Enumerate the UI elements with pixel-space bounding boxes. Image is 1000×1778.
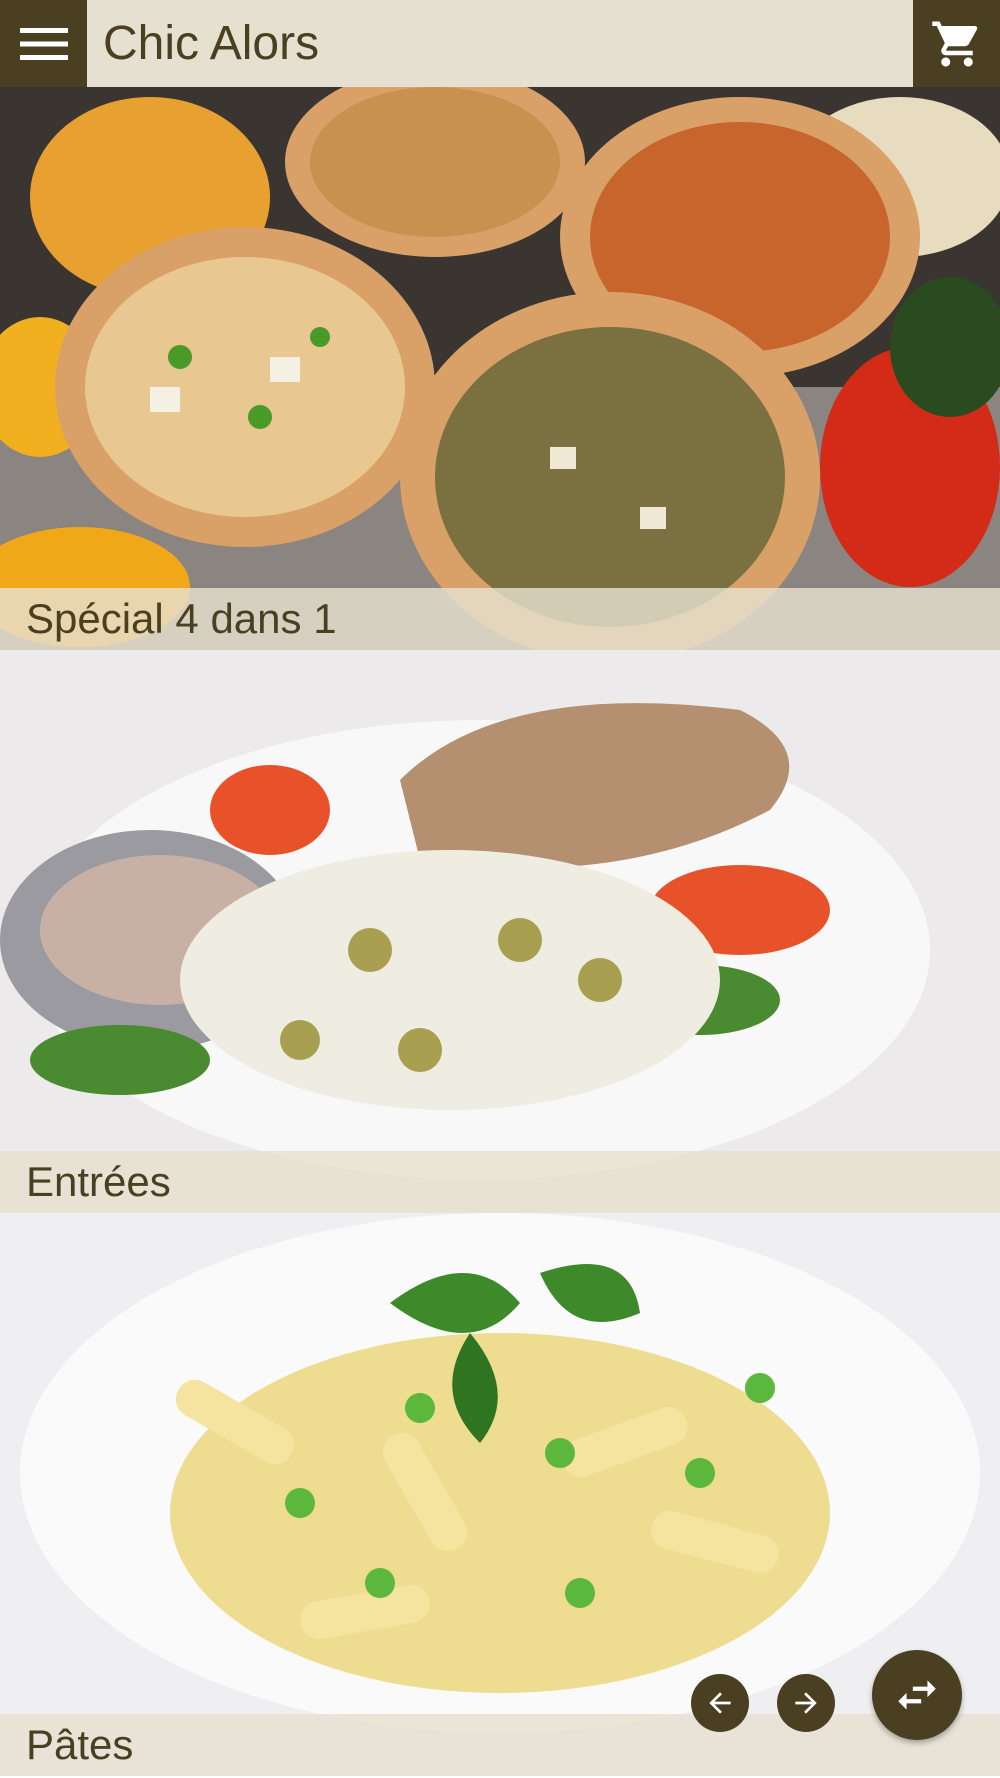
category-card-pates[interactable]: Pâtes [0, 1213, 1000, 1776]
category-label-bar: Entrées [0, 1151, 1000, 1213]
swap-view-button[interactable] [872, 1650, 962, 1740]
next-button[interactable] [777, 1674, 835, 1732]
previous-button[interactable] [691, 1674, 749, 1732]
hamburger-menu-icon [19, 27, 68, 60]
category-label: Pâtes [26, 1721, 134, 1768]
pasta-photo [0, 1213, 1000, 1776]
category-label-bar: Pâtes [0, 1714, 1000, 1776]
app-bar: Chic Alors [0, 0, 1000, 87]
arrow-right-icon [795, 1692, 817, 1714]
category-label: Entrées [26, 1158, 171, 1205]
category-card-special[interactable]: Spécial 4 dans 1 [0, 87, 1000, 650]
category-card-entrees[interactable]: Entrées [0, 650, 1000, 1213]
shopping-cart-icon [931, 21, 977, 66]
category-label-bar: Spécial 4 dans 1 [0, 588, 1000, 650]
salad-photo [0, 650, 1000, 1213]
category-label: Spécial 4 dans 1 [26, 595, 337, 642]
pizzas-photo [0, 87, 1000, 650]
arrow-left-icon [709, 1692, 731, 1714]
menu-button[interactable] [0, 0, 87, 87]
swap-arrows-icon [898, 1680, 936, 1710]
cart-button[interactable] [913, 0, 1000, 87]
app-title: Chic Alors [103, 17, 320, 70]
